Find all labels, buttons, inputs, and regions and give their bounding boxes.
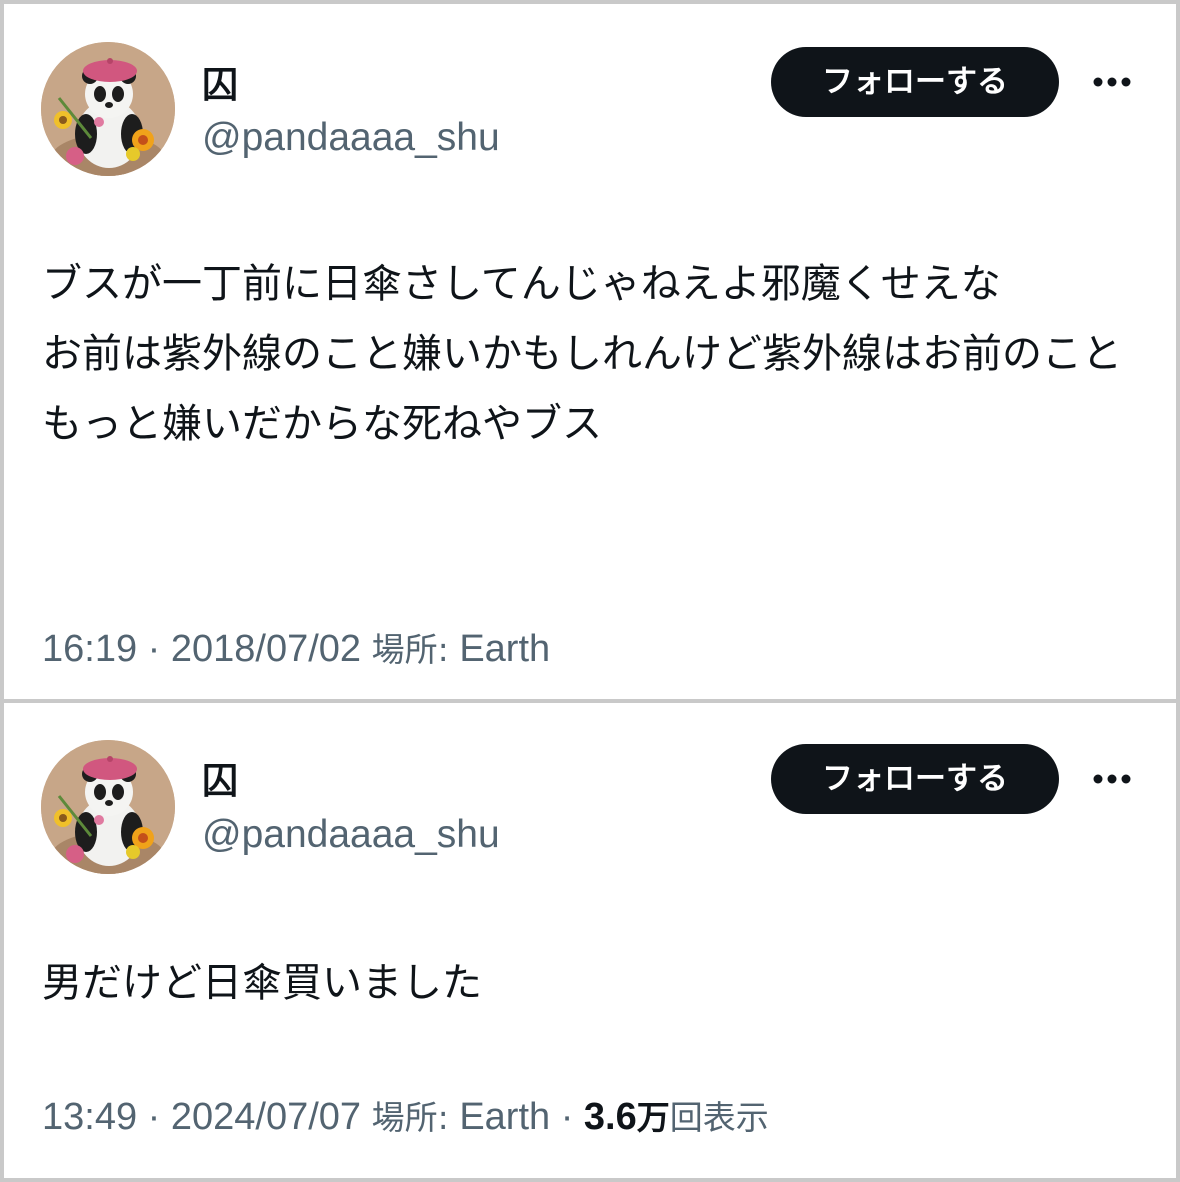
tweet-time[interactable]: 16:19 [42, 628, 137, 670]
tweet-date[interactable]: 2024/07/07 [171, 1096, 361, 1138]
location-label: 場所: [371, 630, 449, 669]
tweet-meta: 13:49 · 2024/07/07 場所: Earth · 3.6万回表示 [42, 1094, 769, 1141]
display-name[interactable]: 囚 [202, 64, 238, 108]
more-options-button[interactable] [1082, 749, 1142, 809]
tweet-text: ブスが一丁前に日傘さしてんじゃねえよ邪魔くせえな お前は紫外線のこと嫌いかもしれ… [42, 261, 1122, 447]
user-handle[interactable]: @pandaaaa_shu [202, 812, 500, 858]
location-value: Earth [459, 1096, 551, 1138]
follow-button[interactable]: フォローする [771, 744, 1059, 814]
avatar[interactable] [41, 42, 175, 176]
views-label: 回表示 [669, 1098, 769, 1137]
user-handle[interactable]: @pandaaaa_shu [202, 115, 500, 161]
meta-separator: · [147, 1096, 161, 1138]
meta-separator: · [147, 628, 161, 670]
tweet-meta: 16:19 · 2018/07/02 場所: Earth [42, 626, 550, 673]
location-label: 場所: [371, 1098, 449, 1137]
tweet-time[interactable]: 13:49 [42, 1096, 137, 1138]
tweet-date[interactable]: 2018/07/02 [171, 628, 361, 670]
tweet-text: 男だけど日傘買いました [42, 960, 482, 1006]
tweet-card: 囚 @pandaaaa_shu フォローする 男だけど日傘買いました 13:49… [4, 703, 1176, 1178]
tweet-card: 囚 @pandaaaa_shu フォローする ブスが一丁前に日傘さしてんじゃねえ… [4, 4, 1176, 699]
views-count[interactable]: 3.6 [584, 1096, 637, 1138]
follow-button[interactable]: フォローする [771, 47, 1059, 117]
avatar-image [41, 42, 175, 176]
views-unit: 万 [636, 1098, 670, 1137]
display-name[interactable]: 囚 [202, 760, 238, 804]
meta-separator: · [560, 1096, 574, 1138]
more-horizontal-icon [1093, 77, 1131, 87]
location-value: Earth [459, 628, 551, 670]
avatar-image [41, 740, 175, 874]
avatar[interactable] [41, 740, 175, 874]
more-options-button[interactable] [1082, 52, 1142, 112]
more-horizontal-icon [1093, 774, 1131, 784]
